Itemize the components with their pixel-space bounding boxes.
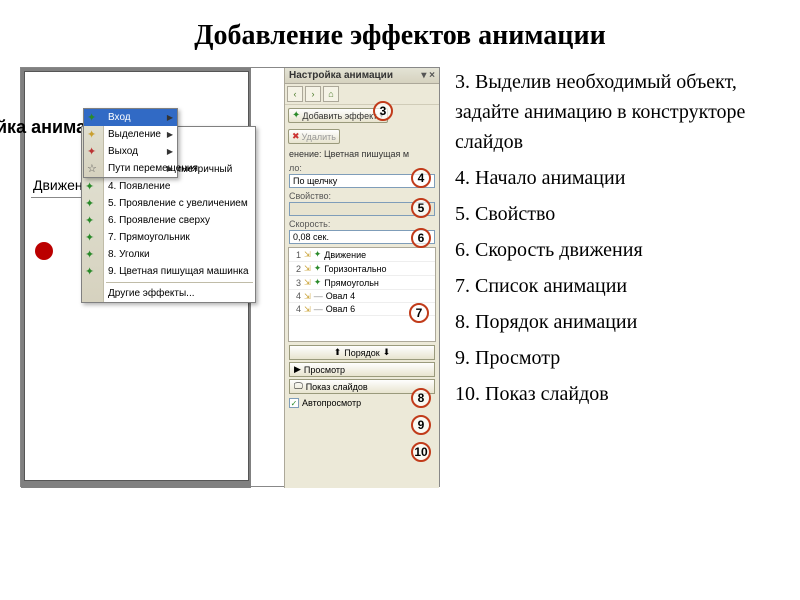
nav-back-button[interactable]: ‹ bbox=[287, 86, 303, 102]
checkbox-icon: ✓ bbox=[289, 398, 299, 408]
change-section: енение: Цветная пишущая м bbox=[285, 147, 439, 161]
menu-item-entrance[interactable]: ✦ Вход ▶ bbox=[84, 109, 177, 126]
effect-button-row: ✦ Добавить эффект ▾ bbox=[285, 105, 439, 126]
callout-10: 10 bbox=[411, 442, 431, 462]
trigger-icon: ⇲ bbox=[304, 250, 311, 259]
explain-9: 9. Просмотр bbox=[455, 343, 780, 373]
play-icon: ▶ bbox=[294, 364, 301, 375]
callout-5: 5 bbox=[411, 198, 431, 218]
path-icon: ☆ bbox=[87, 162, 97, 175]
callout-9: 9 bbox=[411, 415, 431, 435]
list-item[interactable]: 1⇲✦Движение bbox=[289, 248, 435, 262]
submenu-arrow-icon: ▶ bbox=[167, 147, 173, 156]
explain-7: 7. Список анимации bbox=[455, 271, 780, 301]
star-icon: ✦ bbox=[87, 111, 96, 124]
effect-item[interactable]: ✦6. Проявление сверху bbox=[82, 212, 255, 229]
menu-separator bbox=[106, 282, 253, 283]
slide-title: Добавление эффектов анимации bbox=[0, 0, 800, 67]
list-item[interactable]: 3⇲✦Прямоугольн bbox=[289, 276, 435, 290]
explain-10: 10. Показ слайдов bbox=[455, 379, 780, 409]
more-effects-item[interactable]: Другие эффекты... bbox=[82, 285, 255, 302]
explain-8: 8. Порядок анимации bbox=[455, 307, 780, 337]
trigger-icon: ⇲ bbox=[304, 264, 311, 273]
star-icon: ✦ bbox=[292, 110, 300, 121]
callout-8: 8 bbox=[411, 388, 431, 408]
star-icon: ✦ bbox=[85, 180, 94, 193]
close-icon[interactable]: ▾ × bbox=[421, 70, 435, 81]
star-icon: ✦ bbox=[85, 231, 94, 244]
effect-icon: ✦ bbox=[314, 249, 322, 260]
effect-item[interactable]: ✦7. Прямоугольник bbox=[82, 229, 255, 246]
explain-3: 3. Выделив необходимый объект, задайте а… bbox=[455, 67, 780, 157]
remove-row: ✖ Удалить bbox=[285, 126, 439, 147]
menu-item-exit[interactable]: ✦ Выход ▶ bbox=[84, 143, 177, 160]
explanation-list: 3. Выделив необходимый объект, задайте а… bbox=[455, 67, 780, 487]
explain-5: 5. Свойство bbox=[455, 199, 780, 229]
remove-icon: ✖ bbox=[292, 131, 300, 142]
reorder-button[interactable]: ⬆ Порядок ⬇ bbox=[289, 345, 435, 360]
explain-4: 4. Начало анимации bbox=[455, 163, 780, 193]
menu-item-motion-path[interactable]: ☆ Пути перемещения ▶ bbox=[84, 160, 177, 177]
animation-list[interactable]: 1⇲✦Движение 2⇲✦Горизонтально 3⇲✦Прямоуго… bbox=[288, 247, 436, 342]
list-item[interactable]: 4⇲—Овал 4 bbox=[289, 290, 435, 303]
menu-item-emphasis[interactable]: ✦ Выделение ▶ bbox=[84, 126, 177, 143]
task-pane-nav: ‹ › ⌂ bbox=[285, 84, 439, 105]
submenu-arrow-icon: ▶ bbox=[167, 130, 173, 139]
nav-home-button[interactable]: ⌂ bbox=[323, 86, 339, 102]
star-icon: ✦ bbox=[85, 248, 94, 261]
trigger-icon: ⇲ bbox=[304, 305, 311, 314]
star-icon: ✦ bbox=[85, 214, 94, 227]
star-icon: ✦ bbox=[85, 265, 94, 278]
effect-icon: ✦ bbox=[314, 277, 322, 288]
remove-label: Удалить bbox=[302, 132, 336, 142]
task-pane-header: Настройка анимации ▾ × bbox=[285, 68, 439, 84]
nav-forward-button[interactable]: › bbox=[305, 86, 321, 102]
screenshot: ойка анимации Движени Настройка анимации… bbox=[20, 67, 440, 487]
remove-effect-button[interactable]: ✖ Удалить bbox=[288, 129, 340, 144]
trigger-icon: ⇲ bbox=[304, 278, 311, 287]
explain-6: 6. Скорость движения bbox=[455, 235, 780, 265]
callout-4: 4 bbox=[411, 168, 431, 188]
effect-icon: ✦ bbox=[314, 263, 322, 274]
effect-category-menu: ✦ Вход ▶ ✦ Выделение ▶ ✦ Выход ▶ ☆ Пути … bbox=[83, 108, 178, 178]
slide-oval-shape[interactable] bbox=[35, 242, 53, 260]
up-arrow-icon: ⬆ bbox=[334, 347, 342, 358]
submenu-arrow-icon: ▶ bbox=[167, 113, 173, 122]
trigger-icon: ⇲ bbox=[304, 292, 311, 301]
content-row: ойка анимации Движени Настройка анимации… bbox=[0, 67, 800, 487]
effect-item[interactable]: ✦5. Проявление с увеличением bbox=[82, 195, 255, 212]
submenu-arrow-icon: ▶ bbox=[167, 164, 173, 173]
list-item[interactable]: 2⇲✦Горизонтально bbox=[289, 262, 435, 276]
down-arrow-icon: ⬇ bbox=[383, 347, 391, 358]
screen-icon: 🖵 bbox=[294, 381, 303, 392]
star-icon: ✦ bbox=[87, 145, 96, 158]
star-icon: ✦ bbox=[85, 197, 94, 210]
star-icon: ✦ bbox=[87, 128, 96, 141]
callout-7: 7 bbox=[409, 303, 429, 323]
speed-label: Скорость: bbox=[289, 219, 439, 229]
task-pane-title: Настройка анимации bbox=[289, 70, 393, 81]
effect-item[interactable]: ✦8. Уголки bbox=[82, 246, 255, 263]
callout-6: 6 bbox=[411, 228, 431, 248]
effect-item[interactable]: ✦4. Появление bbox=[82, 178, 255, 195]
effect-item[interactable]: ✦9. Цветная пишущая машинка bbox=[82, 263, 255, 280]
callout-3: 3 bbox=[373, 101, 393, 121]
add-effect-label: Добавить эффект bbox=[302, 111, 377, 121]
preview-button[interactable]: ▶ Просмотр bbox=[289, 362, 435, 377]
